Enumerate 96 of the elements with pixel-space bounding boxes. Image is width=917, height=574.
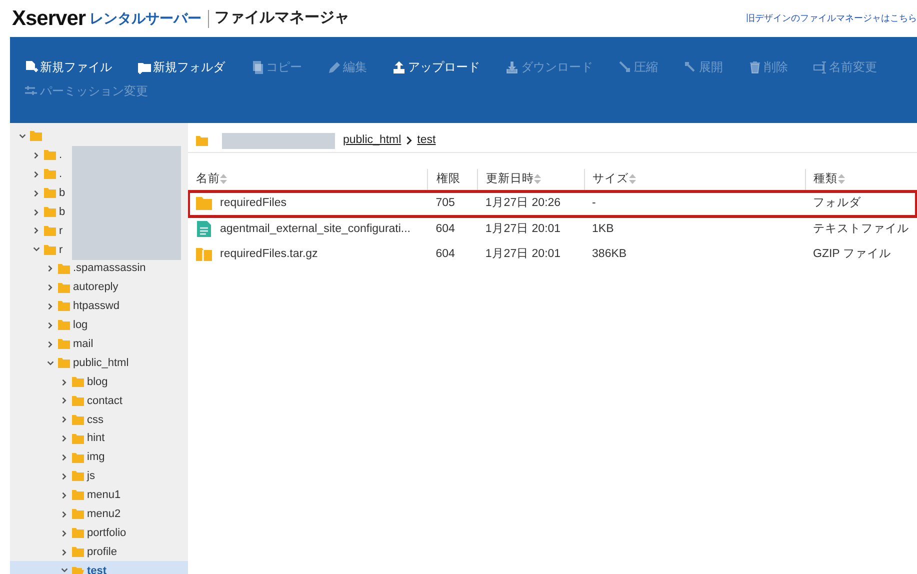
tree-item[interactable]: . xyxy=(10,164,64,184)
breadcrumb-link[interactable]: public_html xyxy=(343,132,402,150)
column-header[interactable]: サイズ xyxy=(584,169,805,191)
table-cell-text: GZIP ファイル xyxy=(812,247,892,262)
folder-icon xyxy=(44,150,56,160)
rename-icon xyxy=(813,60,827,74)
table-cell: 705 xyxy=(428,191,478,216)
tree-item[interactable]: profile xyxy=(10,542,119,562)
folder-icon xyxy=(58,339,70,350)
tree-item[interactable]: contact xyxy=(10,391,124,410)
table-cell-text: 386KB xyxy=(591,247,628,262)
tree-item[interactable]: mail xyxy=(10,334,96,354)
name-cell[interactable]: agentmail_external_site_configurati... xyxy=(188,216,428,242)
archive-folder-icon xyxy=(196,246,212,263)
document-icon xyxy=(196,221,212,238)
folder-icon xyxy=(58,264,70,274)
table-cell: 604 xyxy=(428,216,478,242)
folder-icon xyxy=(72,434,84,444)
folder-icon xyxy=(196,196,212,212)
folder-icon xyxy=(58,301,70,312)
folder-icon xyxy=(58,320,70,330)
folder-icon xyxy=(44,226,56,236)
folder-icon xyxy=(72,528,84,538)
tree-item[interactable]: log xyxy=(10,316,90,335)
folder-icon xyxy=(72,509,84,520)
old-design-link[interactable]: 旧デザインのファイルマネージャはこちら xyxy=(746,12,917,26)
folder-icon xyxy=(58,282,70,293)
table-cell: フォルダ xyxy=(805,191,917,216)
table-cell-text: 604 xyxy=(434,247,456,262)
toolbar-button[interactable]: アップロード xyxy=(392,55,480,79)
expand-icon xyxy=(683,60,697,74)
folder-icon xyxy=(72,414,84,425)
pencil-icon xyxy=(327,60,341,74)
trash-icon xyxy=(748,60,762,74)
tree-item[interactable]: css xyxy=(10,410,106,430)
app-title: ファイルマネージャ xyxy=(214,8,350,28)
table-cell-text: 1月27日 20:01 xyxy=(484,247,562,262)
folder-icon xyxy=(30,131,42,142)
tree-item[interactable]: htpasswd xyxy=(10,297,122,316)
folder-icon xyxy=(58,358,70,368)
tree-item[interactable]: r xyxy=(10,240,65,260)
toolbar-button[interactable]: 新規フォルダ xyxy=(137,55,225,79)
folder-icon xyxy=(44,188,56,198)
tree-item[interactable]: b xyxy=(10,184,68,203)
folder-icon xyxy=(72,547,84,558)
table-cell: - xyxy=(584,191,805,216)
tree-item[interactable]: . xyxy=(10,146,64,165)
new-folder-icon xyxy=(137,60,151,74)
name-cell[interactable]: requiredFiles xyxy=(188,191,428,216)
toolbar-button[interactable]: 新規ファイル xyxy=(24,55,112,79)
table-cell: 1月27日 20:01 xyxy=(477,216,584,242)
tree-item[interactable]: blog xyxy=(10,372,110,392)
column-header[interactable]: 更新日時 xyxy=(477,169,584,191)
tree-item[interactable]: hint xyxy=(10,429,107,448)
sliders-icon xyxy=(24,84,38,98)
tree-item[interactable]: public_html xyxy=(10,354,131,373)
upload-icon xyxy=(392,60,406,74)
tree-item[interactable]: autoreply xyxy=(10,278,120,298)
table-cell: 1月27日 20:26 xyxy=(477,191,584,216)
column-header[interactable]: 権限 xyxy=(428,169,478,191)
open-folder-icon xyxy=(72,566,84,574)
service-name: レンタルサーバー xyxy=(90,9,202,28)
sort-icon xyxy=(220,174,227,184)
column-header[interactable]: 種類 xyxy=(805,169,917,191)
logo: Xserver xyxy=(12,6,86,32)
folder-icon xyxy=(72,471,84,482)
tree-item[interactable]: .spamassassin xyxy=(10,259,148,278)
compress-icon xyxy=(618,60,632,74)
sort-icon xyxy=(534,174,541,184)
download-icon xyxy=(505,60,519,74)
folder-icon xyxy=(72,396,84,406)
tree-item[interactable]: menu1 xyxy=(10,486,123,505)
breadcrumb-link[interactable]: test xyxy=(417,132,436,150)
tree-item[interactable]: portfolio xyxy=(10,524,128,543)
tree-item[interactable]: menu2 xyxy=(10,504,123,524)
sort-icon xyxy=(838,174,844,184)
folder-icon xyxy=(44,169,56,180)
chevron-icon xyxy=(405,136,414,145)
folder-icon xyxy=(44,244,56,255)
tree-item[interactable]: b xyxy=(10,202,68,222)
tree-item[interactable]: img xyxy=(10,448,107,468)
tree-item[interactable]: test xyxy=(10,561,188,574)
name-cell[interactable]: requiredFiles.tar.gz xyxy=(188,242,428,268)
folder-icon xyxy=(72,377,84,388)
tree-item[interactable]: js xyxy=(10,467,97,486)
copy-icon xyxy=(250,60,264,74)
column-header[interactable]: 名前 xyxy=(188,169,428,191)
folder-icon xyxy=(196,136,208,146)
folder-icon xyxy=(44,207,56,217)
folder-icon xyxy=(72,452,84,463)
new-file-icon xyxy=(24,60,38,74)
folder-icon xyxy=(72,490,84,500)
table-cell: テキストファイル xyxy=(805,216,917,242)
sort-icon xyxy=(628,174,636,184)
table-cell: 1KB xyxy=(584,216,805,242)
tree-item[interactable]: r xyxy=(10,221,65,240)
